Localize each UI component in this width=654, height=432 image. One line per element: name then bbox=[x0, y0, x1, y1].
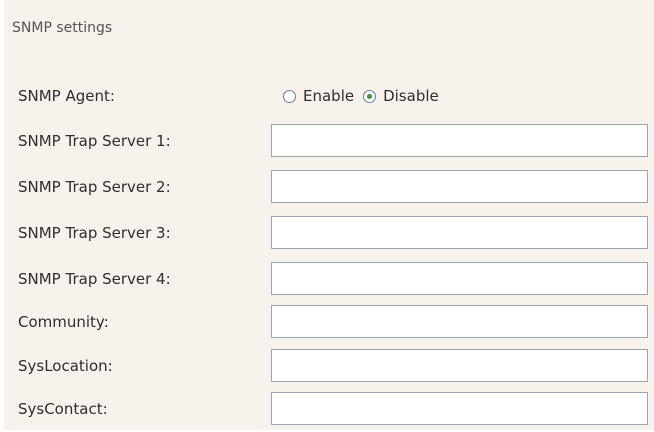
trap-server-1-row: SNMP Trap Server 1: bbox=[4, 118, 654, 164]
syslocation-row: SysLocation: bbox=[4, 343, 654, 389]
section-title: SNMP settings bbox=[12, 20, 113, 36]
enable-label: Enable bbox=[303, 87, 355, 105]
trap-server-1-label: SNMP Trap Server 1: bbox=[18, 132, 171, 150]
syscontact-input[interactable] bbox=[271, 392, 648, 425]
community-row: Community: bbox=[4, 299, 654, 345]
enable-option[interactable]: Enable bbox=[283, 87, 354, 105]
disable-radio[interactable] bbox=[363, 89, 377, 103]
trap-server-2-label: SNMP Trap Server 2: bbox=[18, 178, 171, 196]
syscontact-label: SysContact: bbox=[18, 400, 108, 418]
snmp-agent-radio-group: Enable Disable bbox=[283, 73, 448, 119]
syslocation-label: SysLocation: bbox=[18, 357, 113, 375]
trap-server-2-row: SNMP Trap Server 2: bbox=[4, 164, 654, 210]
disable-option[interactable]: Disable bbox=[363, 87, 439, 105]
trap-server-4-input[interactable] bbox=[271, 262, 648, 295]
trap-server-4-row: SNMP Trap Server 4: bbox=[4, 256, 654, 302]
snmp-agent-label: SNMP Agent: bbox=[18, 87, 115, 105]
syslocation-input[interactable] bbox=[271, 349, 648, 382]
trap-server-3-row: SNMP Trap Server 3: bbox=[4, 210, 654, 256]
trap-server-3-input[interactable] bbox=[271, 216, 648, 249]
syscontact-row: SysContact: bbox=[4, 386, 654, 432]
trap-server-1-input[interactable] bbox=[271, 124, 648, 157]
community-input[interactable] bbox=[271, 305, 648, 338]
community-label: Community: bbox=[18, 313, 109, 331]
disable-label: Disable bbox=[383, 87, 439, 105]
trap-server-4-label: SNMP Trap Server 4: bbox=[18, 270, 171, 288]
snmp-settings-panel: SNMP settings SNMP Agent: Enable Disable… bbox=[4, 0, 654, 430]
snmp-agent-row: SNMP Agent: Enable Disable bbox=[4, 73, 654, 119]
enable-radio[interactable] bbox=[283, 89, 296, 103]
trap-server-2-input[interactable] bbox=[271, 170, 648, 203]
trap-server-3-label: SNMP Trap Server 3: bbox=[18, 224, 171, 242]
